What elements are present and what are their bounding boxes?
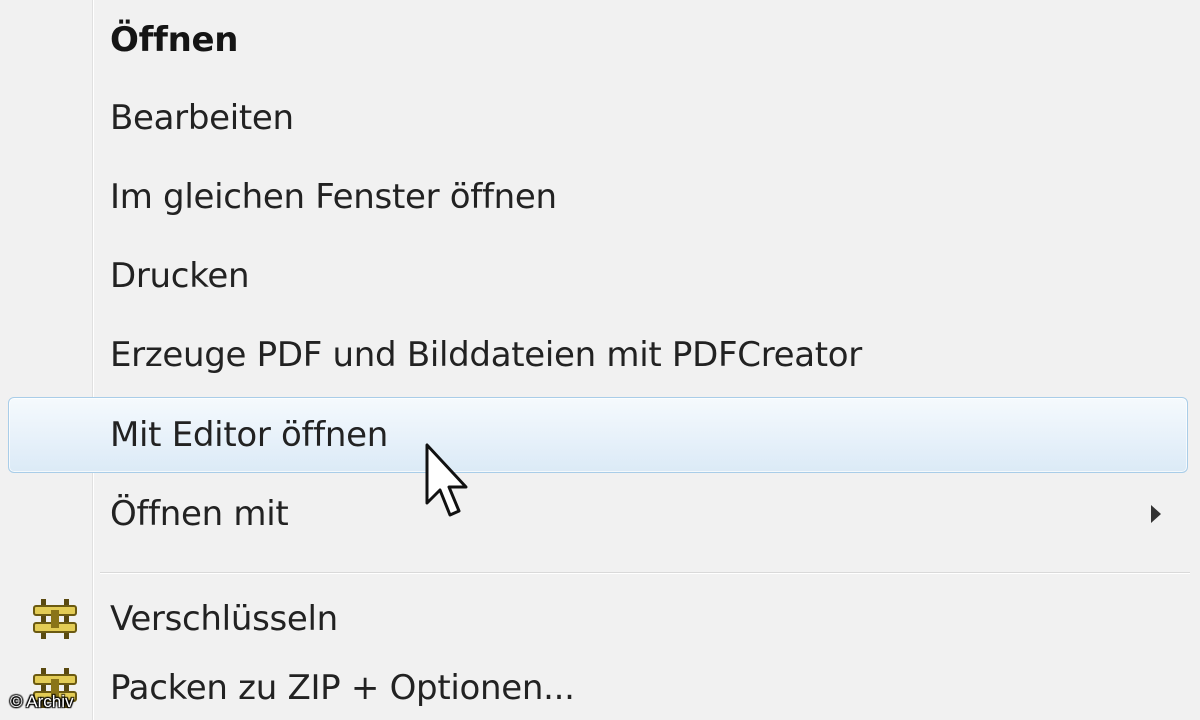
menu-item-open-with-editor[interactable]: Mit Editor öffnen xyxy=(8,397,1188,473)
menu-item-label: Mit Editor öffnen xyxy=(110,415,389,455)
menu-item-open[interactable]: Öffnen xyxy=(8,2,1188,78)
menu-item-label: Öffnen mit xyxy=(110,494,289,534)
menu-item-label: Öffnen xyxy=(110,20,239,60)
menu-item-label: Verschlüsseln xyxy=(110,599,338,639)
menu-item-label: Erzeuge PDF und Bilddateien mit PDFCreat… xyxy=(110,335,862,375)
menu-item-pdfcreator[interactable]: Erzeuge PDF und Bilddateien mit PDFCreat… xyxy=(8,317,1188,393)
menu-item-encrypt[interactable]: Verschlüsseln xyxy=(8,581,1188,657)
menu-separator xyxy=(100,572,1190,574)
context-menu: Öffnen Bearbeiten Im gleichen Fenster öf… xyxy=(0,0,1200,720)
menu-item-label: Packen zu ZIP + Optionen... xyxy=(110,668,575,708)
copyright-watermark: © Archiv xyxy=(10,692,74,711)
menu-item-label: Bearbeiten xyxy=(110,98,294,138)
menu-item-zip-pack[interactable]: Packen zu ZIP + Optionen... xyxy=(8,650,1188,720)
menu-item-open-with[interactable]: Öffnen mit xyxy=(8,476,1188,552)
submenu-arrow-icon xyxy=(1151,505,1161,523)
menu-item-open-same-window[interactable]: Im gleichen Fenster öffnen xyxy=(8,159,1188,235)
menu-item-label: Drucken xyxy=(110,256,250,296)
menu-item-edit[interactable]: Bearbeiten xyxy=(8,80,1188,156)
menu-item-print[interactable]: Drucken xyxy=(8,238,1188,314)
menu-item-label: Im gleichen Fenster öffnen xyxy=(110,177,557,217)
encryption-archive-icon xyxy=(33,599,77,639)
